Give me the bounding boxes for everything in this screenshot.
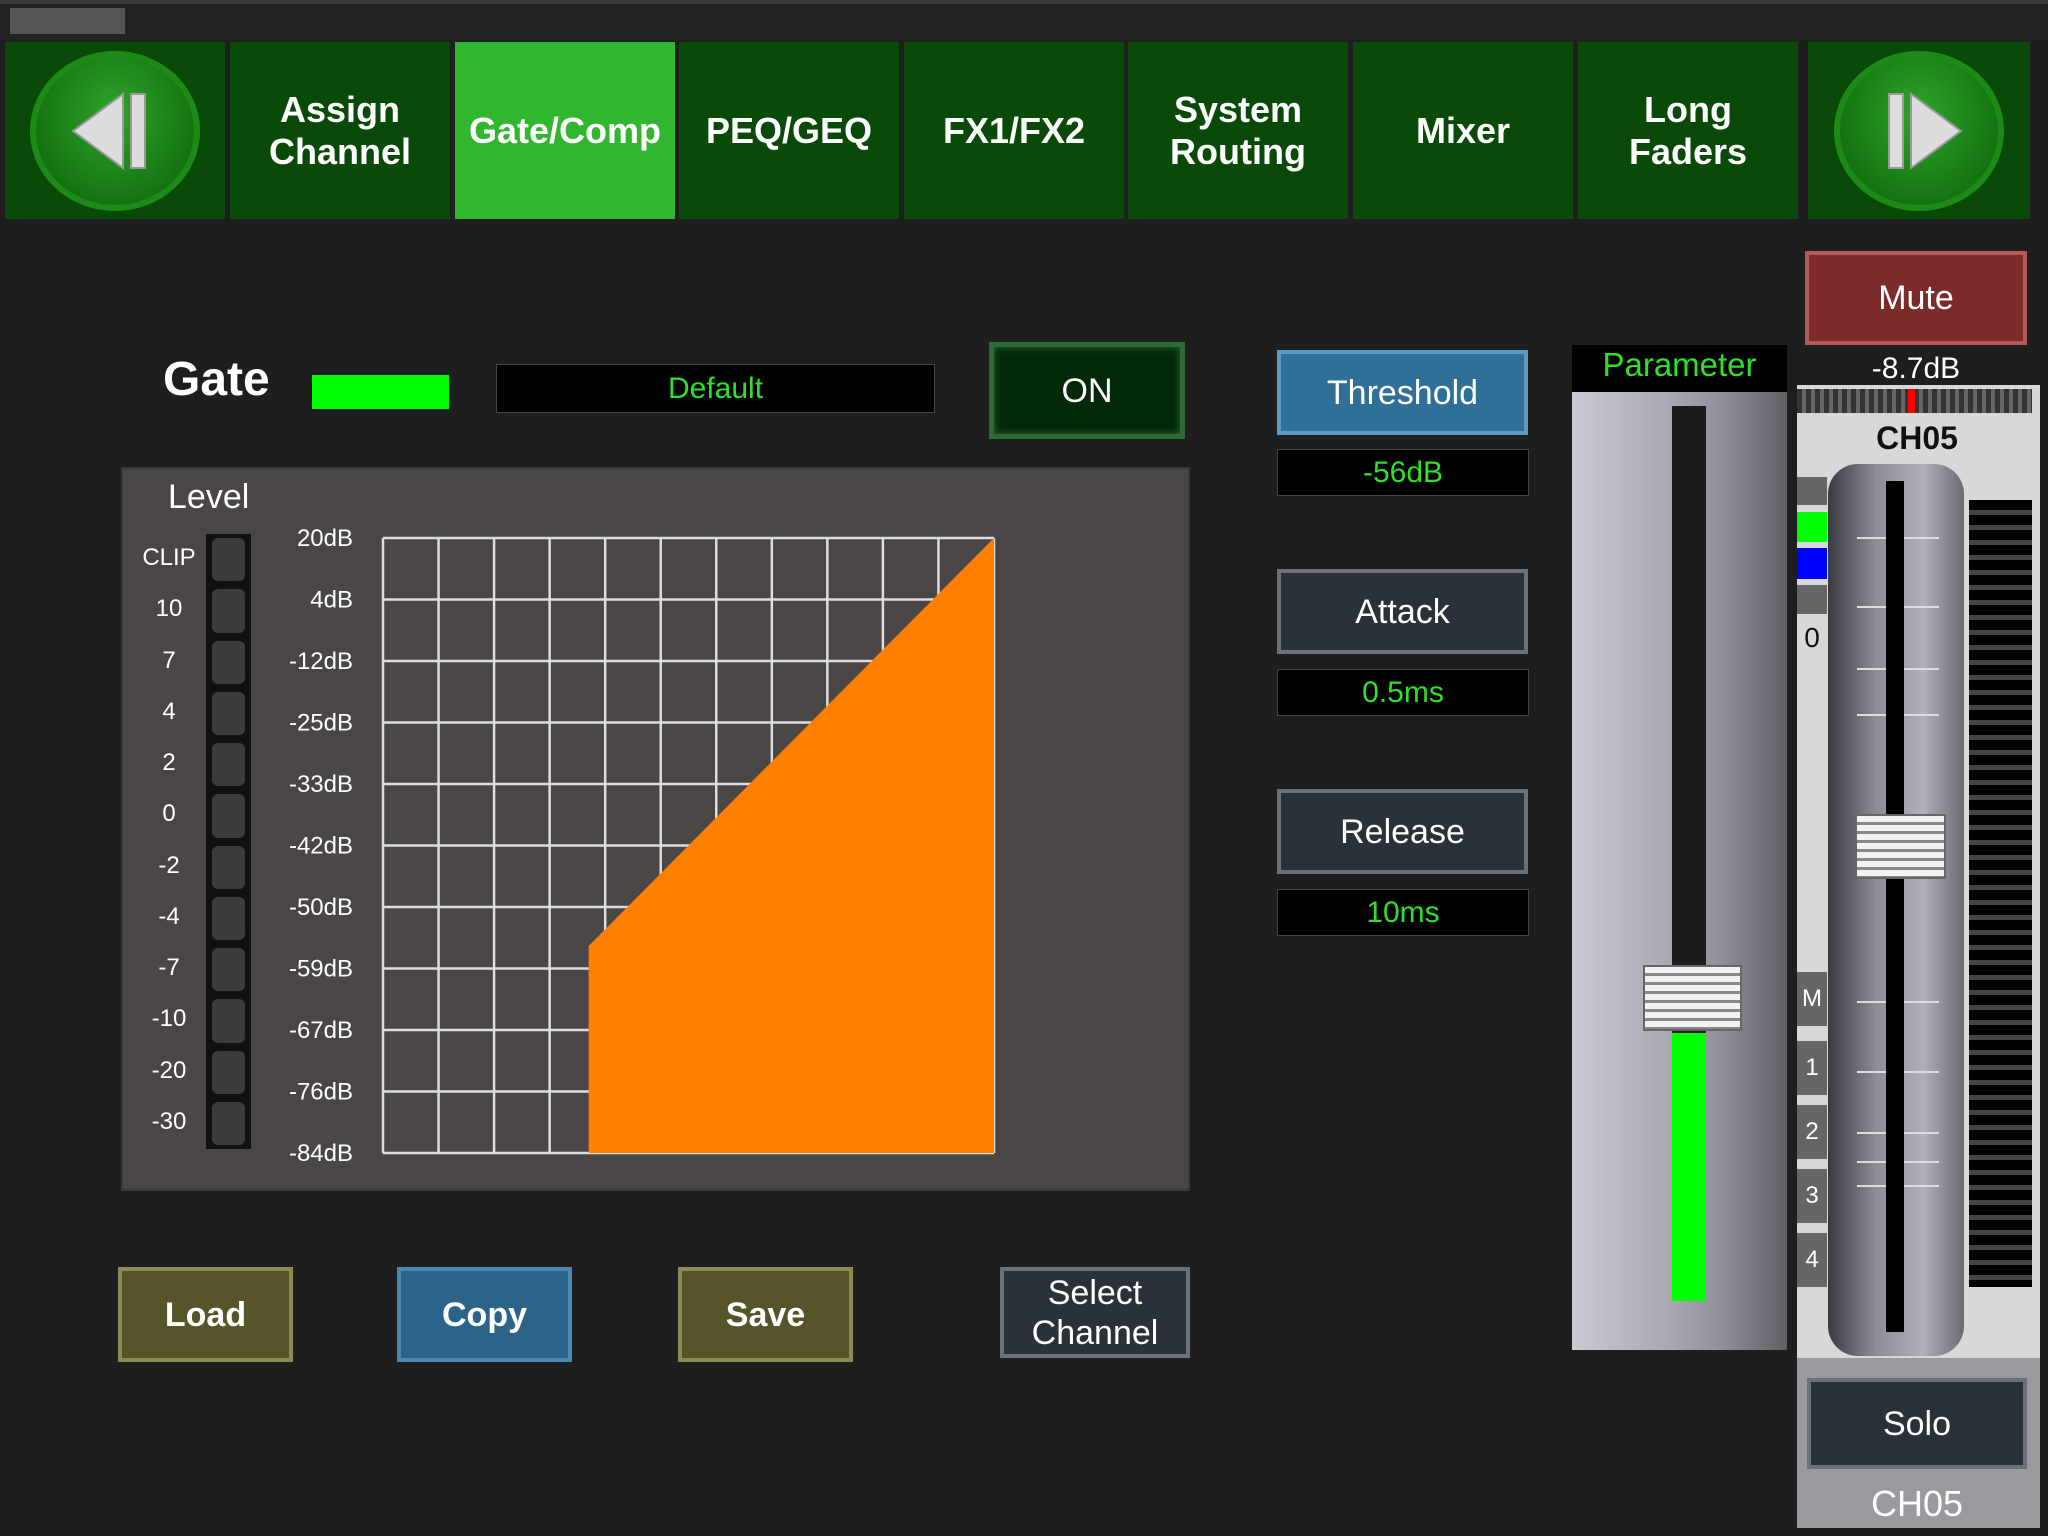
level-meter-segment [212, 640, 245, 684]
level-meter [206, 534, 251, 1149]
color-tab-green[interactable] [1797, 512, 1827, 542]
release-button[interactable]: Release [1277, 789, 1528, 874]
level-scale-label: 4 [162, 697, 176, 725]
level-meter-segment [212, 999, 245, 1043]
save-button[interactable]: Save [678, 1267, 853, 1362]
skip-forward-icon [1888, 91, 1963, 170]
level-meter-segment [212, 845, 245, 889]
next-page-button[interactable] [1808, 42, 2030, 219]
channel-footer-name: CH05 [1870, 1483, 1964, 1524]
level-meter-segment [212, 1050, 245, 1094]
threshold-value: -56dB [1277, 449, 1529, 496]
level-meter-segment [212, 896, 245, 940]
color-tab-gray-2[interactable] [1797, 585, 1827, 614]
select-channel-button[interactable]: Select Channel [1000, 1267, 1190, 1358]
channel-fader-knob[interactable] [1855, 813, 1946, 879]
y-tick-label: -76dB [289, 1079, 353, 1106]
attack-value: 0.5ms [1277, 669, 1529, 716]
zero-label: 0 [1804, 622, 1820, 653]
bus-tab-m[interactable]: M [1797, 972, 1827, 1026]
level-scale-label: -30 [151, 1107, 187, 1135]
y-tick-label: 4dB [310, 587, 353, 614]
parameter-label: Parameter [1572, 345, 1787, 392]
copy-button[interactable]: Copy [397, 1267, 572, 1362]
gate-on-button[interactable]: ON [989, 342, 1185, 439]
y-tick-label: -84dB [289, 1140, 353, 1167]
parameter-fader-fill [1672, 1032, 1706, 1301]
gate-status-indicator [312, 375, 449, 409]
gate-transfer-graph: 20dB 4dB -12dB -25dB -33dB -42dB -50dB -59dB -67… [289, 525, 996, 1167]
level-meter-segment [212, 743, 245, 787]
level-meter-segment [212, 794, 245, 838]
level-scale-label: 7 [162, 646, 176, 674]
prev-page-button[interactable] [5, 42, 225, 219]
gate-title: Gate [163, 353, 270, 406]
mute-button[interactable]: Mute [1805, 251, 2027, 345]
y-tick-label: 20dB [297, 525, 353, 552]
skip-back-icon [71, 91, 146, 170]
level-scale-label: -2 [158, 851, 180, 879]
level-scale-label: 10 [155, 595, 183, 623]
y-tick-label: -50dB [289, 894, 353, 921]
level-label: Level [168, 478, 250, 516]
tab-mixer[interactable]: Mixer [1353, 42, 1573, 219]
level-scale-label: -10 [151, 1005, 187, 1033]
y-tick-label: -59dB [289, 956, 353, 983]
bus-tab-2[interactable]: 2 [1797, 1105, 1827, 1159]
threshold-button[interactable]: Threshold [1277, 350, 1528, 435]
y-tick-label: -25dB [289, 710, 353, 737]
attack-button[interactable]: Attack [1277, 569, 1528, 654]
level-scale-label: -20 [151, 1056, 187, 1084]
level-meter-segment [212, 538, 245, 582]
tab-system-routing[interactable]: System Routing [1128, 42, 1348, 219]
y-tick-label: -12dB [289, 648, 353, 675]
tab-long-faders[interactable]: Long Faders [1578, 42, 1798, 219]
bus-tab-1[interactable]: 1 [1797, 1041, 1827, 1095]
color-tab-blue[interactable] [1797, 548, 1827, 579]
level-scale-label: CLIP [142, 544, 196, 571]
bus-tab-4[interactable]: 4 [1797, 1233, 1827, 1287]
level-scale-label: 0 [162, 800, 176, 828]
parameter-fader-knob[interactable] [1643, 964, 1742, 1031]
channel-gain: -8.7dB [1871, 352, 1961, 385]
pan-indicator [1908, 389, 1915, 413]
y-tick-label: -33dB [289, 771, 353, 798]
status-bar-handle [10, 8, 125, 34]
level-scale-label: -7 [158, 954, 180, 981]
tab-peq-geq[interactable]: PEQ/GEQ [679, 42, 899, 219]
release-value: 10ms [1277, 889, 1529, 936]
status-bar [0, 0, 2048, 40]
color-tab-gray[interactable] [1797, 477, 1827, 505]
channel-name: CH05 [1876, 420, 1958, 456]
y-tick-label: -42dB [289, 833, 353, 860]
y-tick-label: -67dB [289, 1017, 353, 1044]
tab-assign-channel[interactable]: Assign Channel [230, 42, 450, 219]
tab-fx1-fx2[interactable]: FX1/FX2 [904, 42, 1124, 219]
level-scale-label: -4 [158, 902, 180, 930]
level-meter-segment [212, 589, 245, 633]
level-scale-label: 2 [162, 749, 176, 776]
bus-tab-3[interactable]: 3 [1797, 1169, 1827, 1223]
channel-level-meter [1969, 500, 2032, 1287]
level-meter-segment [212, 1101, 245, 1145]
preset-name-field[interactable]: Default [496, 364, 935, 413]
tab-gate-comp[interactable]: Gate/Comp [455, 42, 675, 219]
solo-button[interactable]: Solo [1807, 1378, 2027, 1469]
channel-fader-track[interactable] [1886, 481, 1904, 1332]
level-meter-segment [212, 691, 245, 735]
level-meter-segment [212, 948, 245, 992]
load-button[interactable]: Load [118, 1267, 293, 1362]
